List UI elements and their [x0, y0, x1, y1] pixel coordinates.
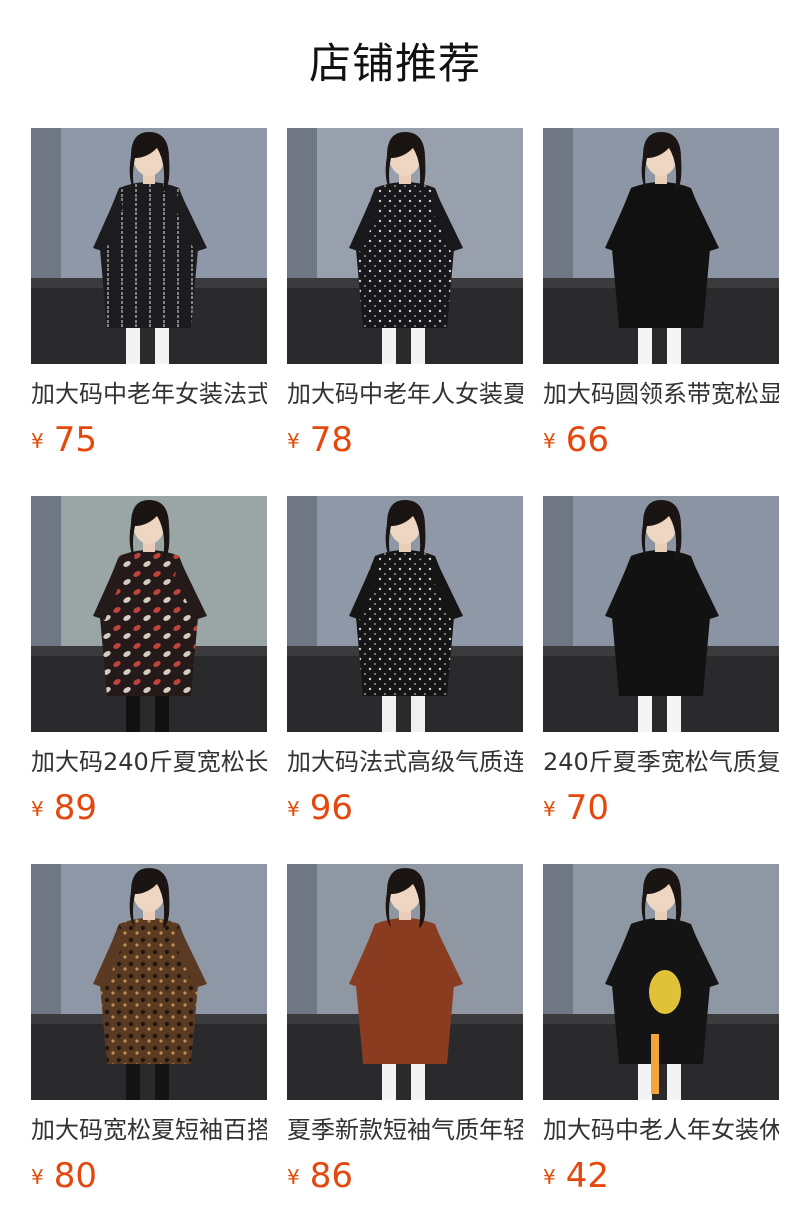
product-photo	[543, 128, 779, 364]
product-price: ¥80	[31, 1156, 267, 1196]
product-photo	[287, 496, 523, 732]
product-image[interactable]	[543, 496, 779, 732]
product-card[interactable]: 加大码圆领系带宽松显 ¥66	[543, 128, 779, 464]
product-title[interactable]: 加大码宽松夏短袖百搭	[31, 1114, 267, 1146]
price-value: 78	[309, 420, 353, 460]
price-value: 96	[309, 788, 353, 828]
product-photo	[287, 128, 523, 364]
product-price: ¥70	[543, 788, 779, 828]
currency-symbol: ¥	[31, 797, 44, 821]
product-card[interactable]: 240斤夏季宽松气质复古 ¥70	[543, 496, 779, 832]
product-photo	[287, 864, 523, 1100]
currency-symbol: ¥	[31, 1165, 44, 1189]
price-value: 42	[565, 1156, 609, 1196]
product-price: ¥96	[287, 788, 523, 828]
product-image[interactable]	[287, 128, 523, 364]
product-title[interactable]: 加大码中老年女装法式	[31, 378, 267, 410]
price-value: 80	[53, 1156, 97, 1196]
product-title[interactable]: 加大码240斤夏宽松长袖	[31, 746, 267, 778]
currency-symbol: ¥	[543, 429, 556, 453]
product-photo	[31, 496, 267, 732]
product-card[interactable]: 加大码240斤夏宽松长袖 ¥89	[31, 496, 267, 832]
product-price: ¥89	[31, 788, 267, 828]
currency-symbol: ¥	[287, 429, 300, 453]
product-photo	[31, 864, 267, 1100]
product-photo	[543, 496, 779, 732]
product-card[interactable]: 加大码宽松夏短袖百搭 ¥80	[31, 864, 267, 1200]
product-image[interactable]	[31, 496, 267, 732]
product-image[interactable]	[543, 864, 779, 1100]
product-title[interactable]: 加大码法式高级气质连	[287, 746, 523, 778]
price-value: 89	[53, 788, 97, 828]
product-title[interactable]: 240斤夏季宽松气质复古	[543, 746, 779, 778]
price-value: 86	[309, 1156, 353, 1196]
price-value: 75	[53, 420, 97, 460]
product-title[interactable]: 加大码中老年人女装夏	[287, 378, 523, 410]
product-title[interactable]: 夏季新款短袖气质年轻	[287, 1114, 523, 1146]
product-image[interactable]	[287, 864, 523, 1100]
currency-symbol: ¥	[543, 1165, 556, 1189]
product-photo	[31, 128, 267, 364]
product-card[interactable]: 加大码法式高级气质连 ¥96	[287, 496, 523, 832]
product-price: ¥42	[543, 1156, 779, 1196]
product-title[interactable]: 加大码圆领系带宽松显	[543, 378, 779, 410]
currency-symbol: ¥	[287, 1165, 300, 1189]
product-price: ¥66	[543, 420, 779, 460]
currency-symbol: ¥	[287, 797, 300, 821]
price-value: 66	[565, 420, 609, 460]
product-image[interactable]	[287, 496, 523, 732]
product-card[interactable]: 加大码中老年人女装夏 ¥78	[287, 128, 523, 464]
product-price: ¥86	[287, 1156, 523, 1196]
product-image[interactable]	[31, 864, 267, 1100]
product-price: ¥78	[287, 420, 523, 460]
currency-symbol: ¥	[31, 429, 44, 453]
product-title[interactable]: 加大码中老人年女装休	[543, 1114, 779, 1146]
product-card[interactable]: 加大码中老年女装法式 ¥75	[31, 128, 267, 464]
product-card[interactable]: 加大码中老人年女装休 ¥42	[543, 864, 779, 1200]
page-title: 店铺推荐	[308, 39, 481, 88]
product-grid: 加大码中老年女装法式 ¥75 加大码中老年人女装夏 ¥78 加大码圆领系带宽松显 ¥66 加…	[31, 128, 790, 1200]
product-image[interactable]	[31, 128, 267, 364]
product-image[interactable]	[543, 128, 779, 364]
product-price: ¥75	[31, 420, 267, 460]
product-card[interactable]: 夏季新款短袖气质年轻 ¥86	[287, 864, 523, 1200]
price-value: 70	[565, 788, 609, 828]
product-photo	[543, 864, 779, 1100]
currency-symbol: ¥	[543, 797, 556, 821]
